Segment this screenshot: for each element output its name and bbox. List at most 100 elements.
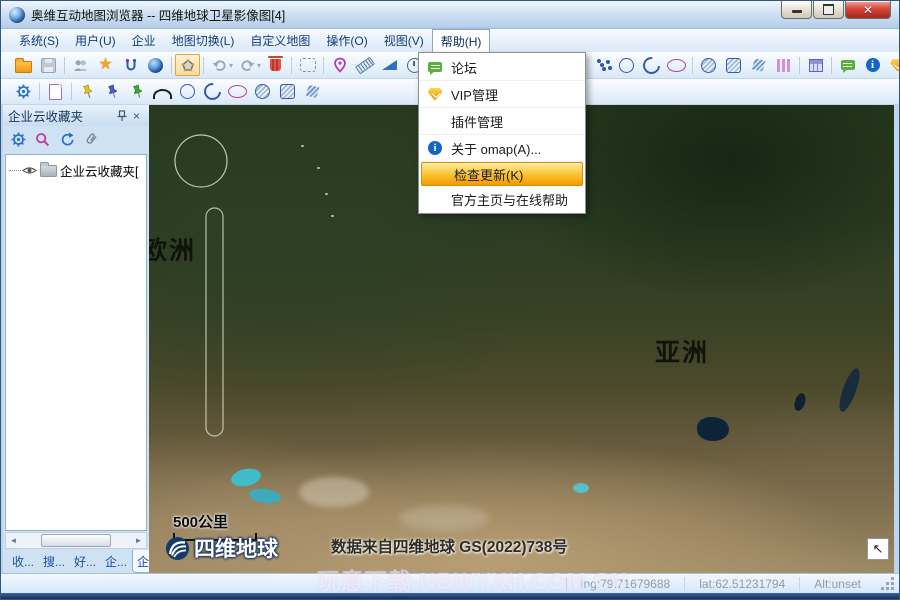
draw-arcline-button[interactable] [150, 81, 175, 103]
hatch-square-icon [726, 58, 741, 73]
undo-caret-icon[interactable]: ▾ [229, 61, 233, 70]
menu-operation[interactable]: 操作(O) [318, 29, 375, 52]
scroll-right-icon[interactable]: ► [131, 536, 146, 545]
scroll-thumb[interactable] [41, 534, 111, 547]
status-bar: lng:79.71679688 lat:62.51231794 Alt:unse… [1, 573, 899, 593]
users-button[interactable] [68, 54, 93, 76]
draw-arc-button[interactable] [200, 81, 225, 103]
undo-icon [212, 59, 227, 72]
tab-search[interactable]: 搜... [39, 550, 69, 573]
table-icon [809, 59, 823, 72]
tab-friends[interactable]: 好... [70, 550, 100, 573]
scroll-left-icon[interactable]: ◄ [6, 536, 21, 545]
resize-grip[interactable] [881, 577, 895, 591]
panel-close-button[interactable]: × [129, 109, 144, 123]
draw-circle-button[interactable] [614, 54, 639, 76]
fill-polygon-button[interactable] [300, 81, 325, 103]
new-document-button[interactable] [43, 81, 68, 103]
ellipse-icon [667, 59, 686, 72]
tab-favorites[interactable]: 收... [8, 550, 38, 573]
scatter-button[interactable] [589, 54, 614, 76]
sidebar-panel: 企业云收藏夹 × 企业云收藏夹[ ◄ ► 收... 搜... [3, 105, 149, 573]
menu-item-label: VIP管理 [451, 85, 498, 104]
sidebar-tree: 企业云收藏夹[ [5, 154, 147, 531]
menu-item-homepage-help[interactable]: 官方主页与在线帮助 [419, 186, 585, 212]
forum-button[interactable] [835, 54, 860, 76]
about-button[interactable]: i [860, 54, 885, 76]
menu-item-vip[interactable]: VIP管理 [419, 81, 585, 108]
scroll-track[interactable] [21, 534, 131, 547]
draw-arc-button[interactable] [639, 54, 664, 76]
delete-icon [270, 59, 281, 71]
menu-map-switch[interactable]: 地图切换(L) [164, 29, 243, 52]
route-button[interactable] [118, 54, 143, 76]
delete-button[interactable] [263, 54, 288, 76]
pin-blue-button[interactable] [100, 81, 125, 103]
slope-icon [382, 60, 397, 70]
maximize-button[interactable] [813, 1, 844, 19]
fill-square-button[interactable] [721, 54, 746, 76]
menu-item-plugins[interactable]: 插件管理 [419, 108, 585, 135]
menu-item-check-update[interactable]: 检查更新(K) [421, 162, 583, 186]
search-icon[interactable] [35, 132, 50, 147]
panel-pin-button[interactable] [114, 109, 129, 122]
draw-ellipse-button[interactable] [664, 54, 689, 76]
maximize-icon [823, 4, 834, 15]
settings-icon[interactable] [11, 132, 26, 147]
refresh-icon[interactable] [59, 132, 74, 147]
sidebar-hscrollbar[interactable]: ◄ ► [5, 532, 147, 549]
redo-caret-icon[interactable]: ▾ [257, 61, 261, 70]
close-button[interactable]: ✕ [845, 1, 891, 19]
menu-view[interactable]: 视图(V) [376, 29, 432, 52]
corner-nav-button[interactable]: ↖ [867, 538, 889, 560]
menu-custom-map[interactable]: 自定义地图 [242, 29, 318, 52]
fill-polygon-button[interactable] [746, 54, 771, 76]
toolbar-separator [171, 57, 172, 74]
area-measure-button[interactable] [377, 54, 402, 76]
vip-button[interactable] [885, 54, 900, 76]
data-table-button[interactable] [803, 54, 828, 76]
minimize-button[interactable] [781, 1, 812, 19]
menu-system[interactable]: 系统(S) [11, 29, 67, 52]
draw-ellipse-button[interactable] [225, 81, 250, 103]
settings-button[interactable] [11, 81, 36, 103]
measure-button[interactable] [352, 54, 377, 76]
menu-item-label: 关于 omap(A)... [451, 139, 541, 158]
globe-3d-button[interactable] [143, 54, 168, 76]
draw-circle-button[interactable] [175, 81, 200, 103]
attachment-icon[interactable] [83, 131, 99, 147]
toolbar-separator [291, 57, 292, 74]
fill-circle-button[interactable] [250, 81, 275, 103]
tree-item-enterprise-favorites[interactable]: 企业云收藏夹[ [9, 161, 146, 180]
document-icon [49, 84, 62, 100]
menu-item-about[interactable]: i 关于 omap(A)... [419, 135, 585, 162]
menu-help[interactable]: 帮助(H) [432, 29, 491, 52]
panel-close-icon: × [133, 109, 140, 123]
forum-icon [841, 60, 855, 70]
redo-icon [240, 59, 255, 72]
placemark-button[interactable] [327, 54, 352, 76]
fill-square-button[interactable] [275, 81, 300, 103]
open-folder-button[interactable] [11, 54, 36, 76]
favorites-button[interactable]: ★ [93, 54, 118, 76]
fill-circle-button[interactable] [696, 54, 721, 76]
pin-yellow-button[interactable] [75, 81, 100, 103]
toolbar-separator [39, 83, 40, 100]
bars-button[interactable] [771, 54, 796, 76]
tab-enterprise[interactable]: 企... [101, 550, 131, 573]
pin-green-button[interactable] [125, 81, 150, 103]
map-attribution: 数据来自四维地球 GS(2022)738号 [331, 535, 568, 557]
menu-enterprise[interactable]: 企业 [124, 29, 164, 52]
window-title: 奥维互动地图浏览器 -- 四维地球卫星影像图[4] [31, 5, 285, 24]
pin-blue-icon [105, 84, 121, 100]
provider-logo: 四维地球 [165, 533, 278, 563]
eye-icon[interactable] [22, 165, 37, 176]
hatch-polygon-icon [306, 85, 320, 98]
label-asia: 亚洲 [655, 333, 709, 369]
menu-user[interactable]: 用户(U) [67, 29, 124, 52]
menu-item-forum[interactable]: 论坛 [419, 54, 585, 81]
polygon-tool-button[interactable] [175, 54, 200, 76]
scatter-icon [600, 63, 604, 67]
save-button[interactable] [36, 54, 61, 76]
marquee-select-button[interactable] [295, 54, 320, 76]
